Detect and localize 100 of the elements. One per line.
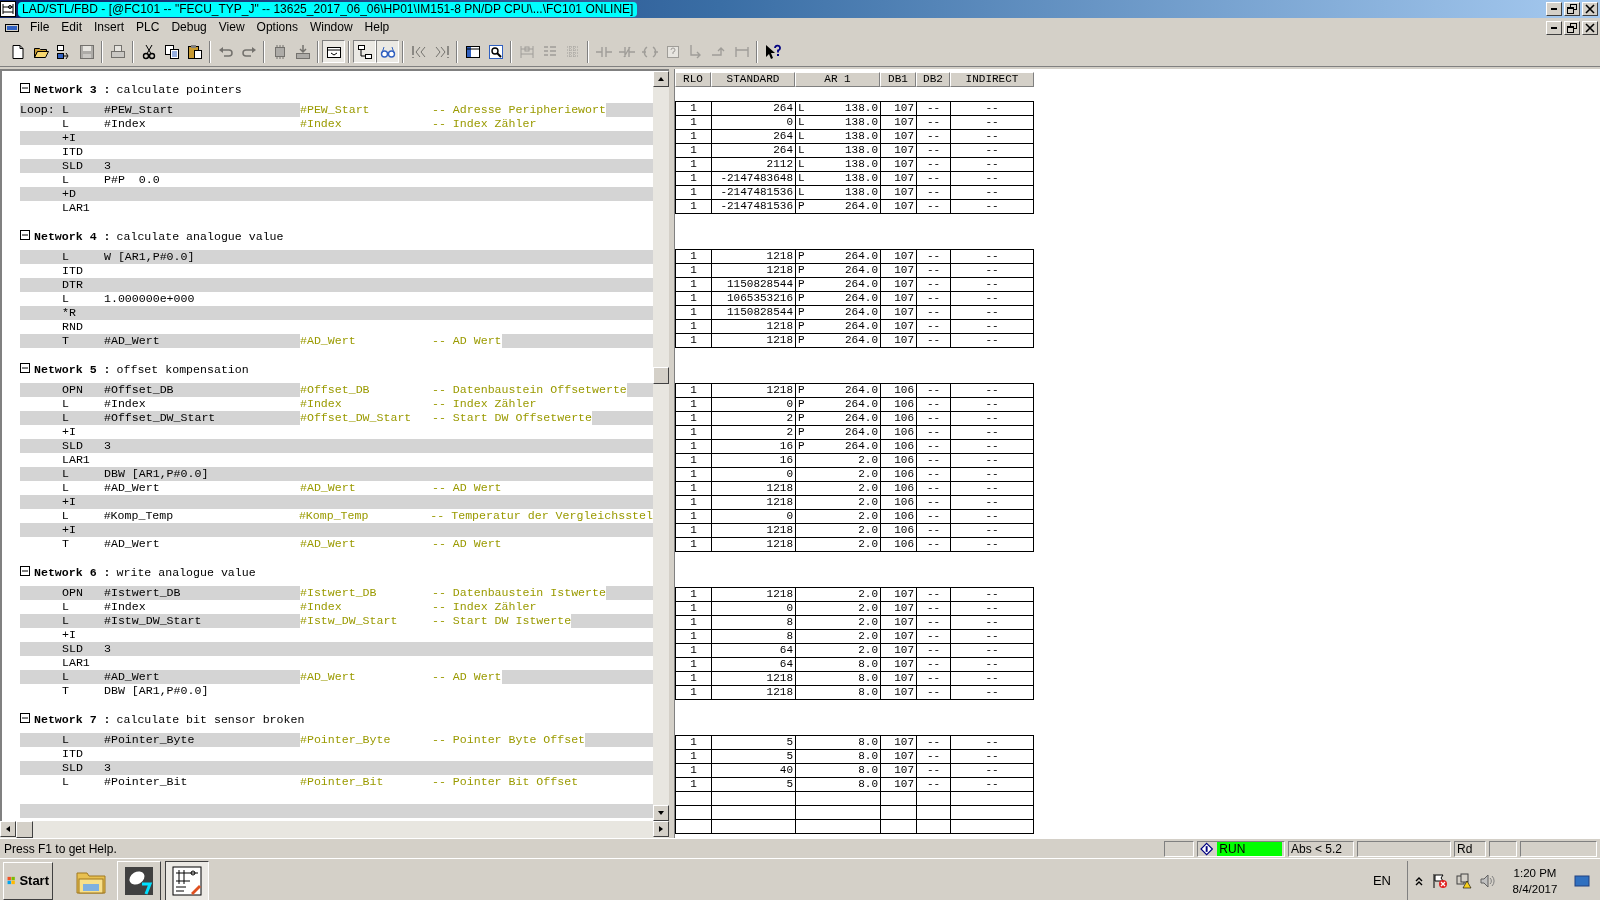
instruction-text: L xyxy=(62,733,69,746)
scroll-right-button[interactable] xyxy=(653,821,669,837)
standard-value: 16 xyxy=(779,454,793,467)
operand-text: P#P 0.0 xyxy=(104,173,160,186)
ar1-value: 8.0 xyxy=(858,736,878,749)
standard-value: 1218 xyxy=(766,250,793,263)
restore-icon xyxy=(1567,4,1577,14)
ar1-value: 264.0 xyxy=(845,384,878,397)
symbol-text: #Pointer_Byte xyxy=(300,733,432,747)
comment-text: -- Datenbaustein Istwerte xyxy=(432,586,606,600)
operand-text: W [AR1,P#0.0] xyxy=(104,250,195,263)
scroll-up-button[interactable] xyxy=(653,71,669,87)
operand-text: #PEW_Start xyxy=(104,103,174,116)
indirect-value: -- xyxy=(985,320,999,333)
db2-value: -- xyxy=(926,384,941,397)
standard-value: 0 xyxy=(786,510,793,523)
close-button[interactable] xyxy=(1582,2,1598,16)
standard-value: 1218 xyxy=(766,672,793,685)
ar1-value: 138.0 xyxy=(845,130,878,143)
language-indicator[interactable]: EN xyxy=(1372,870,1391,891)
toolbar-button[interactable] xyxy=(322,40,345,63)
scroll-down-button[interactable] xyxy=(653,805,669,821)
db1-value: 107 xyxy=(894,130,914,143)
db1-value: 107 xyxy=(894,644,914,657)
standard-value: 1218 xyxy=(766,384,793,397)
column-header[interactable]: RLO xyxy=(675,72,711,87)
area-code: P xyxy=(798,278,805,290)
instruction-text: L xyxy=(62,467,69,480)
instruction-text: L xyxy=(62,670,69,683)
area-code: P xyxy=(798,384,805,396)
close-button[interactable] xyxy=(1582,20,1598,35)
ar1-value: 138.0 xyxy=(845,116,878,129)
menu-item[interactable]: View xyxy=(212,19,251,36)
db1-value: 107 xyxy=(894,686,914,699)
area-code: L xyxy=(798,186,805,198)
ar1-value: 138.0 xyxy=(845,186,878,199)
ar1-value: 2.0 xyxy=(858,510,878,523)
indirect-value: -- xyxy=(985,630,999,643)
scrollbar-thumb[interactable] xyxy=(16,821,33,838)
area-code: P xyxy=(798,264,805,276)
diamond-icon xyxy=(1200,841,1214,856)
area-code: P xyxy=(798,440,805,452)
standard-value: 0 xyxy=(786,468,793,481)
standard-value: 1218 xyxy=(766,588,793,601)
taskbar-app-button[interactable] xyxy=(165,860,209,900)
db2-value: -- xyxy=(926,320,941,333)
indirect-value: -- xyxy=(985,644,999,657)
down-arrow-icon xyxy=(657,809,665,817)
db1-value: 107 xyxy=(894,292,914,305)
minimize-button[interactable] xyxy=(1546,20,1562,35)
restore-icon xyxy=(1567,22,1577,33)
indirect-value: -- xyxy=(985,102,999,115)
indirect-value: -- xyxy=(985,672,999,685)
standard-value: 40 xyxy=(779,764,793,777)
standard-value: 1218 xyxy=(766,320,793,333)
scroll-left-button[interactable] xyxy=(0,821,16,837)
db1-value: 107 xyxy=(894,264,914,277)
menu-item[interactable]: Options xyxy=(250,19,304,36)
clock-time[interactable]: 1:20 PM xyxy=(1504,864,1566,881)
restore-button[interactable] xyxy=(1564,2,1580,16)
db1-value: 107 xyxy=(894,778,914,791)
print-icon xyxy=(109,43,126,60)
menu-item[interactable]: PLC xyxy=(130,19,166,36)
comment-text: -- AD Wert xyxy=(432,670,502,684)
menu-item[interactable]: File xyxy=(24,19,56,36)
symbol-text: #PEW_Start xyxy=(300,103,432,117)
minimize-button[interactable] xyxy=(1546,2,1562,16)
column-header[interactable]: DB1 xyxy=(880,72,916,87)
menu-item[interactable]: Edit xyxy=(55,19,89,36)
scrollbar-thumb[interactable] xyxy=(653,367,669,384)
clock-date[interactable]: 8/4/2017 xyxy=(1504,880,1566,897)
indirect-value: -- xyxy=(985,412,999,425)
menu-item[interactable]: Debug xyxy=(165,19,213,36)
standard-value: 0 xyxy=(786,602,793,615)
ar1-value: 8.0 xyxy=(858,764,878,777)
menu-item[interactable]: Help xyxy=(358,19,396,36)
rlo-value: 1 xyxy=(690,292,697,305)
start-button[interactable]: Start xyxy=(3,861,53,900)
rlo-value: 1 xyxy=(690,264,697,277)
save-icon xyxy=(78,43,95,60)
rlo-value: 1 xyxy=(690,116,697,129)
menu-item[interactable]: Insert xyxy=(88,19,131,36)
comment-text: -- Datenbaustein Offsetwerte xyxy=(432,383,627,397)
ar1-value: 8.0 xyxy=(858,672,878,685)
restore-button[interactable] xyxy=(1564,20,1580,35)
rlo-value: 1 xyxy=(690,440,697,453)
column-header[interactable]: INDIRECT xyxy=(950,72,1034,87)
menu-item[interactable]: Window xyxy=(303,19,359,36)
up-arrow-icon xyxy=(657,75,665,83)
network-heading: Network 7 : xyxy=(34,713,111,727)
toolbar-button[interactable] xyxy=(353,40,376,63)
ar1-value: 8.0 xyxy=(858,778,878,791)
column-header[interactable]: AR 1 xyxy=(795,72,880,87)
column-header[interactable]: STANDARD xyxy=(711,72,795,87)
operand-text: #Komp_Temp xyxy=(103,509,174,522)
indirect-value: -- xyxy=(985,250,999,263)
db2-value: -- xyxy=(926,672,941,685)
instruction-text: SLD xyxy=(62,159,83,172)
rlo-value: 1 xyxy=(690,616,697,629)
column-header[interactable]: DB2 xyxy=(916,72,950,87)
